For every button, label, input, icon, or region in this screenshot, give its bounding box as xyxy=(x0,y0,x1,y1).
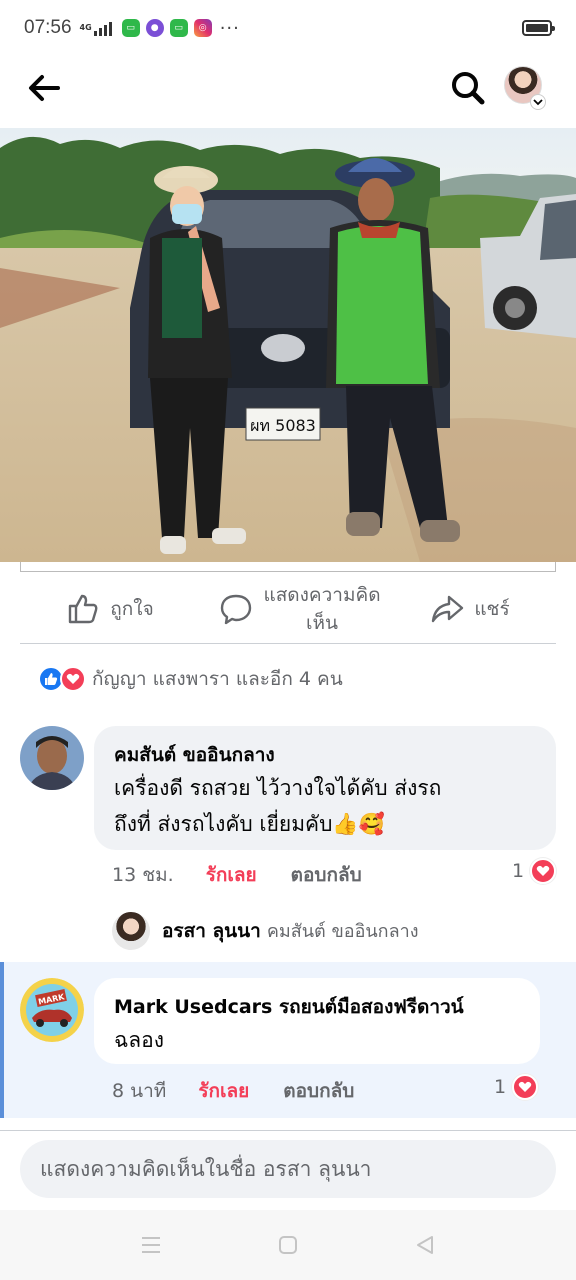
signal-icon xyxy=(93,20,112,36)
status-bar: 07:56 4G ▭ ● ▭ ◎ ··· xyxy=(0,0,576,56)
like-button[interactable]: ถูกใจ xyxy=(20,576,200,642)
comment-meta: 8 นาที รักเลย ตอบกลับ xyxy=(112,1076,354,1106)
comment-bubble[interactable]: คมสันต์ ขออินกลาง เครื่องดี รถสวย ไว้วาง… xyxy=(94,726,556,850)
reply-button[interactable]: ตอบกลับ xyxy=(283,1076,354,1106)
reactions-text: กัญญา แสงพารา และอีก 4 คน xyxy=(92,668,343,690)
profile-button[interactable] xyxy=(504,66,550,110)
reactions-summary[interactable]: กัญญา แสงพารา และอีก 4 คน xyxy=(38,663,343,695)
menu-button[interactable] xyxy=(138,1232,164,1258)
post-photo[interactable]: ผท 5083 xyxy=(0,128,576,562)
comment-input[interactable]: แสดงความคิดเห็นในชื่อ อรสา ลุนนา xyxy=(20,1140,556,1198)
comment-input-placeholder: แสดงความคิดเห็นในชื่อ อรสา ลุนนา xyxy=(40,1156,372,1181)
page-avatar[interactable]: MARK xyxy=(20,978,84,1042)
network-type: 4G xyxy=(79,23,92,32)
back-button[interactable] xyxy=(24,66,68,110)
comment-bubble-icon xyxy=(221,594,252,625)
top-nav xyxy=(0,56,576,120)
battery-icon xyxy=(522,20,555,36)
system-nav-bar xyxy=(0,1210,576,1280)
reply-preview[interactable]: อรสา ลุนนา คมสันต์ ขออินกลาง xyxy=(112,912,419,950)
reaction-count: 1 xyxy=(494,1076,507,1098)
share-button[interactable]: แชร์ xyxy=(400,576,540,642)
comment-reaction-count[interactable]: 1 xyxy=(512,858,557,884)
comment-button[interactable]: แสดงความคิด เห็น xyxy=(200,576,400,642)
more-notifications-icon: ··· xyxy=(219,17,240,39)
menu-icon xyxy=(142,1237,160,1253)
line-icon: ▭ xyxy=(121,19,140,37)
photo-illustration: ผท 5083 xyxy=(0,128,576,562)
comment-label: แสดงความคิด เห็น xyxy=(263,581,380,637)
commenter-name[interactable]: Mark Usedcars รถยนต์มือสองฟรีดาวน์ xyxy=(114,992,520,1022)
reply-target: คมสันต์ ขออินกลาง xyxy=(266,921,419,942)
love-reaction-icon xyxy=(60,666,86,692)
home-button[interactable] xyxy=(275,1232,301,1258)
reply-author: อรสา ลุนนา xyxy=(162,920,261,942)
share-arrow-icon xyxy=(432,595,464,623)
comment-time: 8 นาที xyxy=(112,1080,167,1102)
love-comment-button[interactable]: รักเลย xyxy=(198,1076,249,1106)
home-square-icon xyxy=(279,1236,297,1254)
love-comment-button[interactable]: รักเลย xyxy=(206,860,257,890)
comment-text: ฉลอง xyxy=(114,1028,165,1052)
heart-icon xyxy=(530,858,557,884)
reply-button[interactable]: ตอบกลับ xyxy=(291,860,362,890)
back-nav-button[interactable] xyxy=(412,1232,438,1258)
chevron-down-icon xyxy=(530,94,546,110)
comment-label-line2: เห็น xyxy=(305,612,338,634)
back-triangle-icon xyxy=(417,1236,433,1254)
reaction-count: 1 xyxy=(512,860,525,882)
reply-avatar xyxy=(112,912,150,950)
battery-level xyxy=(526,24,548,32)
search-icon xyxy=(452,72,485,105)
divider xyxy=(0,1130,576,1131)
comment-text-line1: เครื่องดี รถสวย ไว้วางใจได้คับ ส่งรถ xyxy=(114,776,442,800)
share-label: แชร์ xyxy=(474,598,510,620)
instagram-icon: ◎ xyxy=(193,19,212,37)
status-time: 07:56 xyxy=(24,17,72,38)
search-button[interactable] xyxy=(446,66,490,110)
back-arrow-icon xyxy=(29,75,60,101)
comment-meta: 13 ชม. รักเลย ตอบกลับ xyxy=(112,860,362,890)
notification-icons: ▭ ● ▭ ◎ xyxy=(121,19,212,37)
photo-frame xyxy=(20,562,556,572)
commenter-avatar[interactable] xyxy=(20,726,84,790)
thumbs-up-icon xyxy=(69,594,98,624)
comment-bubble[interactable]: Mark Usedcars รถยนต์มือสองฟรีดาวน์ ฉลอง xyxy=(94,978,540,1064)
comment-text-line2: ถึงที่ ส่งรถไงคับ เยี่ยมคับ👍🥰 xyxy=(114,812,385,836)
comment-reaction-count[interactable]: 1 xyxy=(494,1074,539,1100)
heart-icon xyxy=(512,1074,539,1100)
comment-time: 13 ชม. xyxy=(112,864,174,886)
highlighted-comment: MARK Mark Usedcars รถยนต์มือสองฟรีดาวน์ … xyxy=(0,962,576,1118)
chat-icon: ▭ xyxy=(169,19,188,37)
license-plate: ผท 5083 xyxy=(250,416,316,435)
comment-text: เครื่องดี รถสวย ไว้วางใจได้คับ ส่งรถ ถึง… xyxy=(114,770,536,842)
post-action-bar: ถูกใจ แสดงความคิด เห็น แชร์ xyxy=(0,576,576,642)
comment-label-line1: แสดงความคิด xyxy=(263,584,381,606)
bot-icon: ● xyxy=(145,19,164,37)
divider xyxy=(20,643,556,644)
like-label: ถูกใจ xyxy=(110,598,154,620)
commenter-name[interactable]: คมสันต์ ขออินกลาง xyxy=(114,740,536,770)
